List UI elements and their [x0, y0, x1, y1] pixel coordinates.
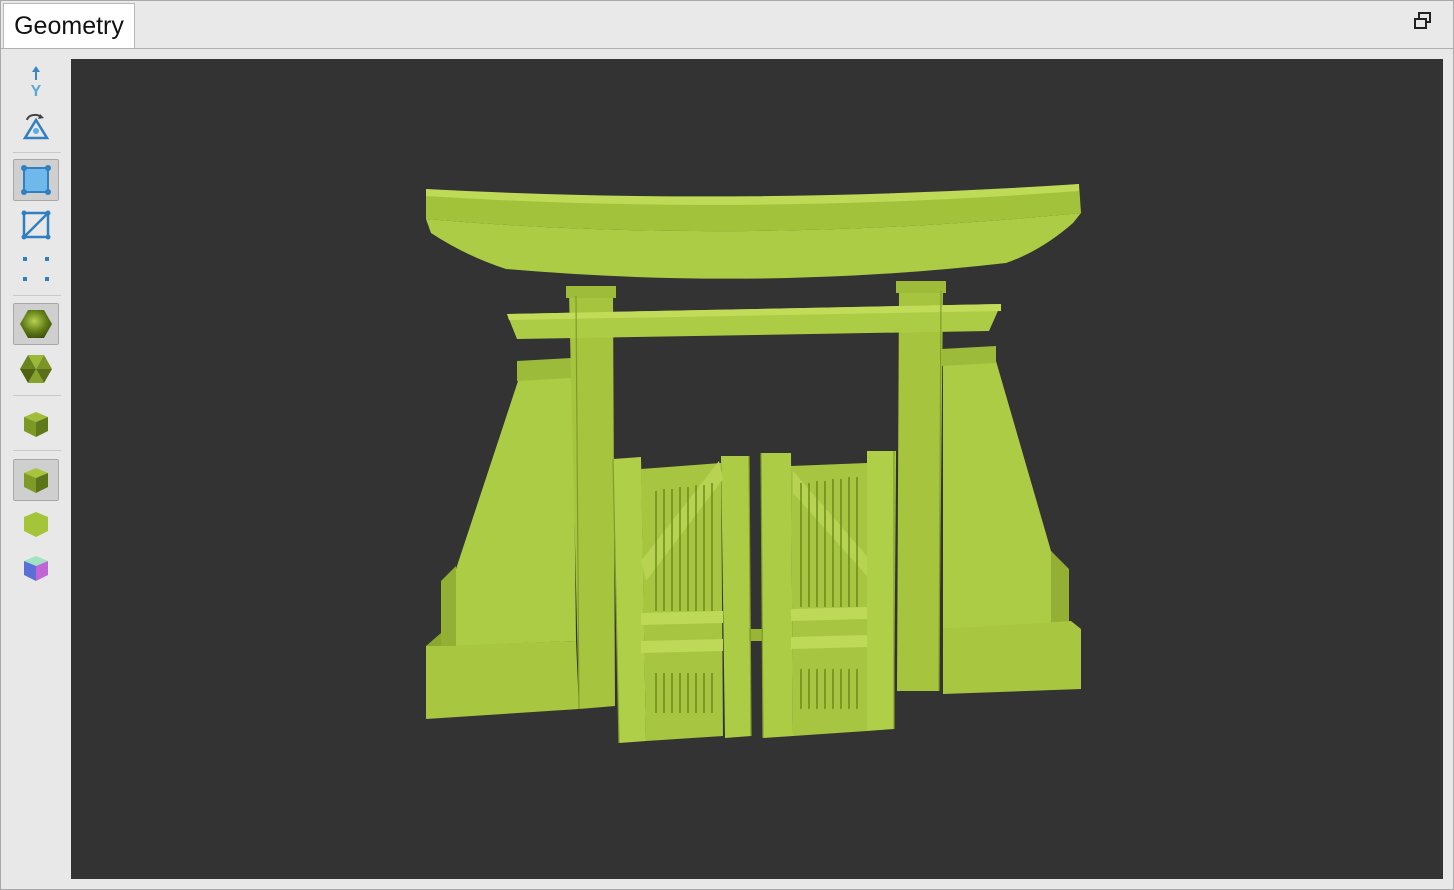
3d-viewport[interactable]	[71, 59, 1443, 879]
toolbar-separator	[13, 295, 61, 296]
panel-tab-bar: Geometry	[1, 1, 1453, 49]
face-select-icon[interactable]	[13, 159, 59, 201]
toolbar-separator	[13, 450, 61, 451]
edge-select-icon[interactable]	[13, 204, 59, 246]
y-axis-up-icon[interactable]: Y	[13, 61, 59, 103]
torii-gate-model	[426, 184, 1081, 744]
unlit-cube-icon[interactable]	[13, 503, 59, 545]
smooth-shading-icon[interactable]	[13, 303, 59, 345]
wireframe-cube-icon[interactable]	[13, 403, 59, 445]
lit-cube-icon[interactable]	[13, 459, 59, 501]
restore-window-icon[interactable]	[1413, 11, 1433, 31]
normals-cube-icon[interactable]	[13, 547, 59, 589]
toolbar-separator	[13, 395, 61, 396]
view-toolbar: Y	[3, 49, 69, 887]
tab-geometry[interactable]: Geometry	[3, 3, 135, 48]
camera-rotate-icon[interactable]	[13, 105, 59, 147]
geometry-panel: Geometry Y	[0, 0, 1454, 890]
flat-shading-icon[interactable]	[13, 348, 59, 390]
toolbar-separator	[13, 152, 61, 153]
vertex-select-icon[interactable]	[13, 247, 59, 289]
svg-text:Y: Y	[31, 83, 42, 100]
